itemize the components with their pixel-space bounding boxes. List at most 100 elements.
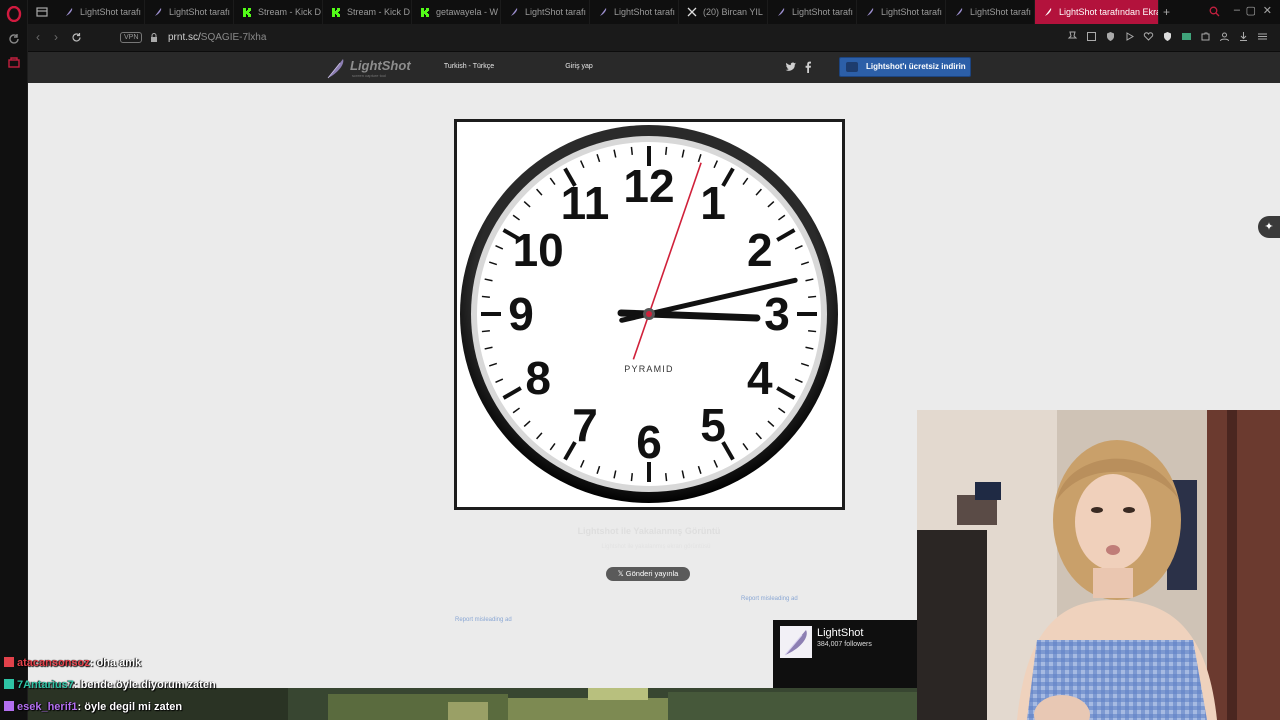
facebook-icon[interactable] — [804, 61, 812, 73]
tweet-button[interactable]: 𝕏 Gönderi yayınla — [606, 567, 690, 581]
back-icon[interactable]: ‹ — [36, 30, 40, 44]
aria-ai-button[interactable]: ✦ — [1258, 216, 1280, 238]
feather-icon — [155, 8, 162, 16]
chat-username: esek_herif1 — [17, 701, 78, 713]
wall-clock: 12 12 3 45678 9 1011 PYRAMID — [460, 125, 838, 503]
feather-icon — [511, 8, 518, 16]
tab-item[interactable]: LightShot tarafı — [946, 0, 1035, 24]
url-path: SQAGIE-7lxha — [200, 32, 267, 43]
clock-tick — [808, 329, 817, 333]
lightshot-avatar — [780, 626, 812, 658]
tab-item[interactable]: LightShot tarafı — [56, 0, 145, 24]
maximize-icon[interactable]: ▢ — [1246, 4, 1256, 17]
extension-icon[interactable] — [1181, 31, 1192, 42]
feather-icon — [1045, 8, 1052, 16]
adblock-icon[interactable] — [1105, 31, 1116, 42]
tab-label: LightShot tarafı — [970, 7, 1032, 17]
tab-label: Stream - Kick D — [258, 7, 322, 17]
clock-tick — [664, 473, 668, 482]
download-button-label: Lightshot'ı ücretsiz indirin — [866, 62, 966, 71]
tab-menu-icon[interactable] — [36, 6, 48, 18]
tab-item[interactable]: getawayela - W — [412, 0, 501, 24]
chat-text: : öyle degil mi zaten — [77, 701, 183, 713]
puzzle-icon[interactable] — [1200, 31, 1211, 42]
logo-tagline: screen capture tool — [352, 73, 387, 78]
monitor-icon — [846, 62, 858, 72]
tab-item[interactable]: (20) Bircan YIL — [679, 0, 768, 24]
lock-icon[interactable] — [150, 33, 158, 43]
shield-icon[interactable] — [1162, 31, 1173, 42]
kick-follower-widget: LightShot 384,007 followers — [773, 620, 917, 688]
chat-message: atacansonsoz: oha amk — [4, 657, 141, 669]
report-ad-link-left[interactable]: Report misleading ad — [455, 617, 512, 623]
vpn-badge[interactable]: VPN — [120, 32, 143, 43]
language-selector[interactable]: Turkish - Türkçe — [438, 59, 500, 75]
screenshot-image: 12 1 2 3 4 5 6 7 8 9 10 11 PYRAMID — [454, 119, 845, 510]
url-field[interactable]: prnt.sc/SQAGIE-7lxha — [168, 32, 266, 43]
clock-number: 2 — [747, 224, 773, 276]
profile-icon[interactable] — [1219, 31, 1230, 42]
login-button[interactable]: Giriş yap — [560, 59, 598, 75]
pin-icon[interactable] — [1067, 31, 1078, 42]
clock-tick — [664, 146, 668, 155]
toolbar-icons — [1067, 31, 1268, 42]
tab-active-label: LightShot tarafından Ekran — [1059, 7, 1159, 17]
download-button[interactable]: Lightshot'ı ücretsiz indirin — [839, 57, 971, 77]
tab-label: LightShot tarafı — [614, 7, 676, 17]
feather-icon — [780, 626, 812, 658]
tab-item[interactable]: LightShot tarafı — [590, 0, 679, 24]
clock-center-pin — [646, 311, 652, 317]
minimize-icon[interactable]: – — [1234, 4, 1240, 16]
snapshot-icon[interactable] — [1086, 31, 1097, 42]
tab-item[interactable]: Stream - Kick D — [323, 0, 412, 24]
kick-icon — [420, 7, 430, 17]
tab-item[interactable]: LightShot tarafı — [857, 0, 946, 24]
search-tabs-icon[interactable] — [1209, 6, 1220, 17]
lightshot-header: LightShot screen capture tool Turkish - … — [28, 52, 1280, 83]
close-window-icon[interactable]: ✕ — [1263, 4, 1272, 17]
tab-active[interactable]: LightShot tarafından Ekran — [1035, 0, 1159, 24]
tab-item[interactable]: Stream - Kick D — [234, 0, 323, 24]
tab-label: LightShot tarafı — [881, 7, 943, 17]
chat-message: 7Antarius7: bende öyle diyorum zaten — [4, 679, 216, 691]
report-ad-link-right[interactable]: Report misleading ad — [741, 596, 798, 602]
kick-follower-count: 384,007 followers — [817, 641, 872, 648]
refresh-sidebar-icon[interactable] — [6, 31, 22, 47]
tab-item[interactable]: LightShot tarafı — [768, 0, 857, 24]
clock-tick — [481, 329, 490, 333]
play-icon[interactable] — [1124, 31, 1135, 42]
forward-icon[interactable]: › — [54, 30, 58, 44]
clock-number: 8 — [525, 352, 551, 404]
tab-label: getawayela - W — [436, 7, 499, 17]
chat-text: : bende öyle diyorum zaten — [73, 679, 216, 691]
clock-brand: PYRAMID — [624, 364, 673, 374]
caption-subtitle: Lightshot ile yakalanmış ekran görüntüsü — [601, 544, 711, 550]
new-tab-button[interactable]: + — [1163, 5, 1170, 19]
menu-icon[interactable] — [1257, 31, 1268, 42]
chat-badge-icon — [4, 679, 14, 689]
tab-label: Stream - Kick D — [347, 7, 411, 17]
tab-item[interactable]: LightShot tarafı — [145, 0, 234, 24]
webcam-image — [917, 410, 1280, 720]
tab-label: (20) Bircan YIL — [703, 7, 763, 17]
twitter-icon[interactable] — [785, 61, 797, 73]
heart-icon[interactable] — [1143, 31, 1154, 42]
opera-logo-icon[interactable] — [6, 6, 22, 22]
lightshot-logo[interactable]: LightShot screen capture tool — [326, 56, 416, 80]
browser-sidebar — [0, 0, 28, 720]
reload-icon[interactable] — [71, 32, 82, 43]
screen: LightShot tarafı LightShot tarafı Stream -… — [0, 0, 1280, 720]
tab-label: LightShot tarafı — [792, 7, 854, 17]
clock-number: 7 — [572, 399, 598, 451]
tab-item[interactable]: LightShot tarafı — [501, 0, 590, 24]
feather-icon — [66, 8, 73, 16]
chat-message: esek_herif1: öyle degil mi zaten — [4, 701, 182, 713]
clock-tick — [808, 295, 817, 299]
tab-label: LightShot tarafı — [169, 7, 231, 17]
chat-username: 7Antarius7 — [17, 679, 74, 691]
download-icon[interactable] — [1238, 31, 1249, 42]
clock-number: 4 — [747, 352, 773, 404]
wallet-icon[interactable] — [6, 54, 22, 70]
chat-username: atacansonsoz — [17, 657, 90, 669]
tab-label: LightShot tarafı — [80, 7, 142, 17]
